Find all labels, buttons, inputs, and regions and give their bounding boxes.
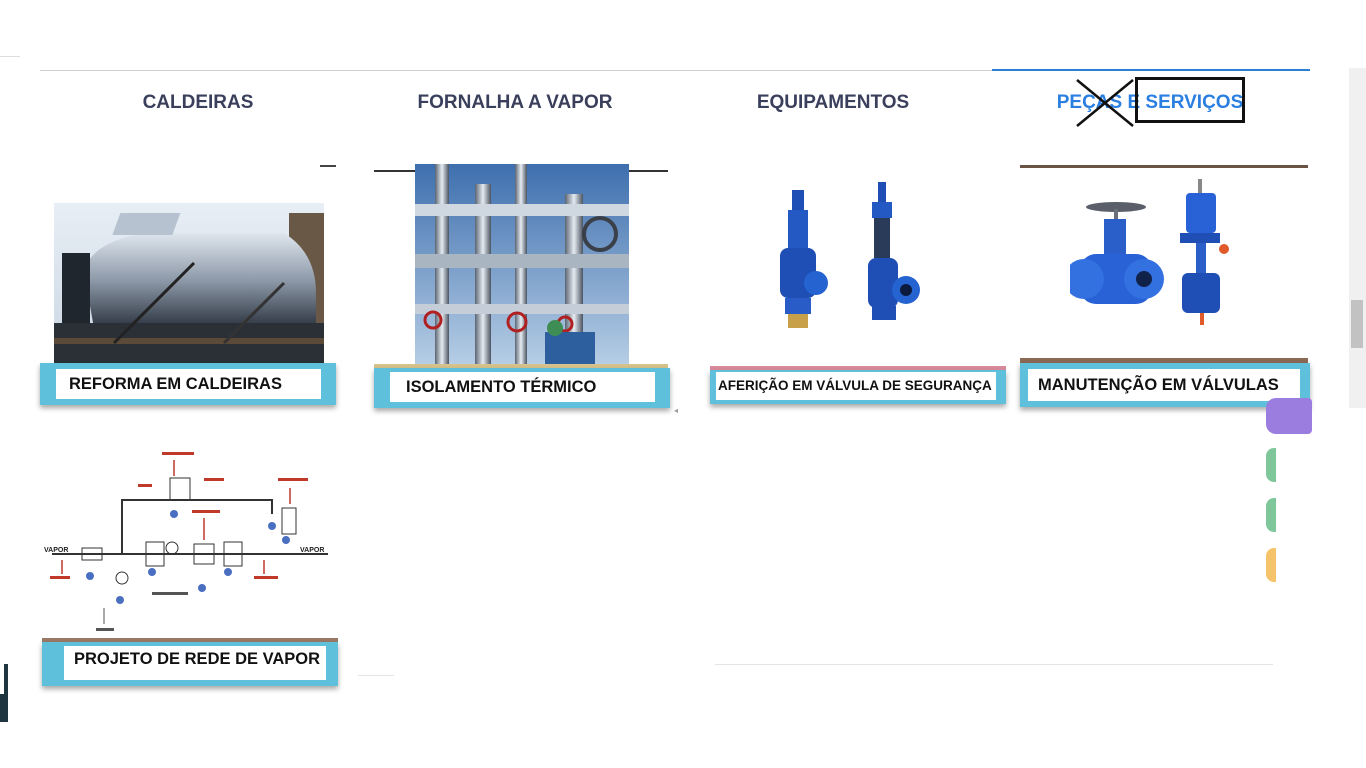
card-isolamento-termico[interactable]: ISOLAMENTO TÉRMICO (374, 164, 670, 408)
safety-valve-left (780, 190, 828, 328)
steam-network-diagram: VAPOR VAPOR (42, 448, 338, 640)
image-edge (1020, 165, 1308, 168)
tab-caldeiras[interactable]: CALDEIRAS (118, 90, 278, 116)
card-reforma-em-caldeiras[interactable]: REFORMA EM CALDEIRAS (40, 165, 336, 407)
tab-fornalha-a-vapor[interactable]: FORNALHA A VAPOR (400, 90, 630, 116)
card-label: PROJETO DE REDE DE VAPOR (64, 646, 326, 680)
left-edge-gap (0, 664, 4, 694)
control-valve (1180, 179, 1229, 325)
gate-valve (1070, 202, 1164, 304)
card-label: AFERIÇÃO EM VÁLVULA DE SEGURANÇA (716, 372, 996, 400)
card-projeto-de-rede-de-vapor[interactable]: VAPOR VAPOR PROJETO DE REDE DE VAPOR (40, 448, 338, 688)
scrollbar-thumb[interactable] (1351, 300, 1363, 348)
card-label: MANUTENÇÃO EM VÁLVULAS (1028, 369, 1300, 401)
diagram-label-vapor-left: VAPOR (44, 547, 68, 554)
side-widget-button-green[interactable] (1266, 448, 1276, 482)
pipes-image (415, 164, 629, 368)
cross-mark-annotation (1076, 79, 1134, 127)
highlight-box-annotation (1135, 77, 1245, 123)
image-edge (320, 165, 336, 167)
valves-image (1070, 179, 1270, 329)
side-widget-button-green-2[interactable] (1266, 498, 1276, 532)
edge-line (0, 56, 20, 57)
card-manutencao-em-valvulas[interactable]: MANUTENÇÃO EM VÁLVULAS (1020, 165, 1310, 407)
card-label: REFORMA EM CALDEIRAS (56, 369, 321, 399)
card-afericao-em-valvula-de-seguranca[interactable]: AFERIÇÃO EM VÁLVULA DE SEGURANÇA (710, 170, 1006, 404)
safety-valves-image (760, 178, 980, 338)
safety-valve-right (868, 182, 920, 320)
diagram-label-vapor-right: VAPOR (300, 547, 324, 554)
section-divider (715, 664, 1273, 665)
side-widget-button-purple[interactable] (1266, 398, 1312, 434)
scrollbar[interactable] (1349, 68, 1366, 408)
section-divider-short (358, 675, 394, 676)
card-label: ISOLAMENTO TÉRMICO (390, 372, 655, 402)
active-tab-indicator (992, 69, 1310, 71)
side-widget-button-yellow[interactable] (1266, 548, 1276, 582)
small-arrow-icon: ◂ (674, 406, 679, 415)
boiler-image (54, 203, 324, 365)
tab-equipamentos[interactable]: EQUIPAMENTOS (738, 90, 928, 116)
